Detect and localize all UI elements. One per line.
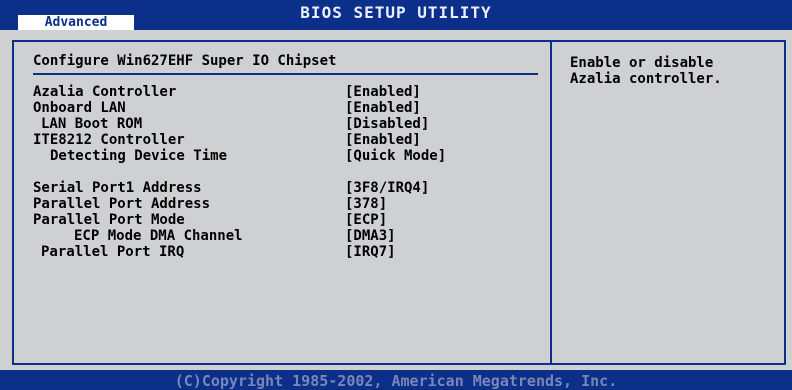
setting-value[interactable]: [Enabled] — [345, 132, 421, 148]
setting-label: Azalia Controller — [33, 84, 177, 100]
setting-label: ITE8212 Controller — [33, 132, 185, 148]
setting-value[interactable]: [Enabled] — [345, 100, 421, 116]
setting-value[interactable]: [378] — [345, 196, 387, 212]
page-heading: Configure Win627EHF Super IO Chipset — [33, 53, 337, 69]
setting-label: Parallel Port Address — [33, 196, 211, 212]
setting-value[interactable]: [IRQ7] — [345, 244, 396, 260]
setting-label: ECP Mode DMA Channel — [74, 228, 243, 244]
setting-value[interactable]: [ECP] — [345, 212, 387, 228]
footer-bar: (C)Copyright 1985-2002, American Megatre… — [0, 370, 792, 390]
help-text: Enable or disable Azalia controller. — [570, 55, 722, 87]
setting-label: Parallel Port Mode — [33, 212, 185, 228]
setting-value[interactable]: [Disabled] — [345, 116, 429, 132]
setting-label: Detecting Device Time — [50, 148, 228, 164]
setting-value[interactable]: [Enabled] — [345, 84, 421, 100]
setting-label: LAN Boot ROM — [41, 116, 143, 132]
setting-label: Onboard LAN — [33, 100, 126, 116]
copyright-text: (C)Copyright 1985-2002, American Megatre… — [174, 372, 618, 390]
setting-value[interactable]: [Quick Mode] — [345, 148, 446, 164]
tab-advanced[interactable]: Advanced — [18, 15, 134, 30]
panel-divider — [550, 40, 552, 365]
setting-label: Serial Port1 Address — [33, 180, 202, 196]
setting-value[interactable]: [DMA3] — [345, 228, 396, 244]
setting-value[interactable]: [3F8/IRQ4] — [345, 180, 429, 196]
heading-rule — [33, 73, 538, 75]
title-bar: BIOS SETUP UTILITY Advanced — [0, 0, 792, 30]
setting-label: Parallel Port IRQ — [41, 244, 185, 260]
